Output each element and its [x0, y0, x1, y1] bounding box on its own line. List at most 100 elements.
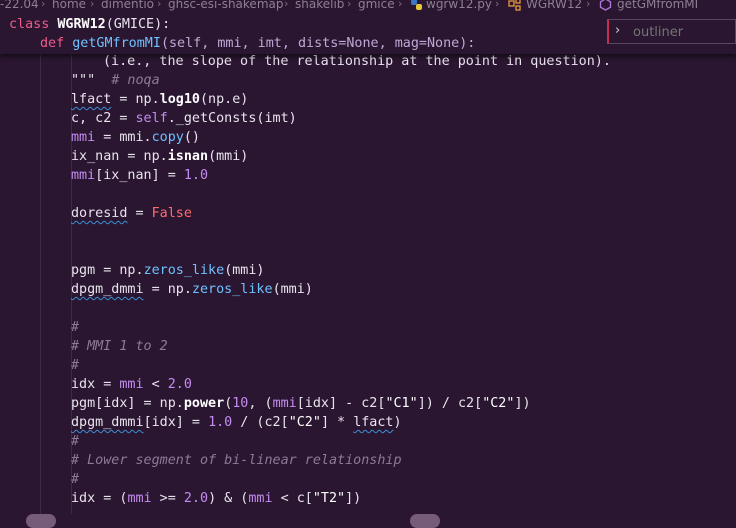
code-line[interactable]: """ # noqa: [71, 71, 160, 90]
string: "T2": [312, 491, 346, 506]
breadcrumb-item[interactable]: ghsc-esi-shakemap: [168, 0, 283, 11]
code-token: = np.: [143, 282, 192, 297]
chevron-right-icon: ›: [347, 0, 352, 10]
sticky-def-line[interactable]: def getGMfromMI(self, mmi, imt, dists=No…: [40, 34, 475, 53]
code-line[interactable]: pgm[idx] = np.power(10, (mmi[idx] - c2["…: [71, 394, 531, 413]
class-name: WGRW12: [57, 17, 106, 32]
outliner-input[interactable]: [633, 23, 733, 41]
breadcrumb-item[interactable]: gmice: [358, 0, 395, 11]
code-token: [ix_nan] =: [95, 168, 184, 183]
code-token: (mmi): [224, 263, 265, 278]
code-line[interactable]: ix_nan = np.isnan(mmi): [71, 147, 248, 166]
function-call: isnan: [167, 149, 209, 164]
code-token: ] *: [320, 415, 354, 430]
chevron-right-icon: ›: [495, 0, 500, 10]
code-token: ) & (: [208, 491, 249, 506]
breadcrumb-item[interactable]: shakelib: [295, 0, 344, 11]
code-token: < c[: [272, 491, 313, 506]
chevron-right-icon: ›: [284, 0, 289, 10]
docstring-end: """: [71, 73, 96, 88]
code-line[interactable]: #: [71, 470, 79, 489]
code-token: ]): [514, 396, 531, 411]
breadcrumb-item[interactable]: getGMfromMI: [617, 0, 698, 11]
chevron-right-icon[interactable]: ›: [615, 23, 620, 38]
self-keyword: self: [135, 111, 168, 126]
variable: mmi: [248, 491, 273, 506]
code-token: (mmi): [272, 282, 313, 297]
code-line[interactable]: lfact = np.log10(np.e): [71, 90, 248, 109]
code-token: ]): [345, 491, 362, 506]
breadcrumb: -22.04 › home › dimentio › ghsc-esi-shak…: [0, 0, 736, 14]
docstring: (i.e., the slope of the relationship at …: [103, 54, 611, 69]
breadcrumb-item[interactable]: WGRW12: [526, 0, 582, 11]
code-line[interactable]: #: [71, 432, 79, 451]
code-token: = mmi.: [95, 130, 152, 145]
code-token: / (c2[: [232, 415, 289, 430]
number: 2.0: [183, 491, 209, 506]
variable: lfact: [71, 92, 112, 107]
code-token: idx =: [71, 377, 120, 392]
code-line[interactable]: mmi = mmi.copy(): [71, 128, 200, 147]
string: "C2": [482, 396, 515, 411]
code-token: ._getConsts(imt): [167, 111, 297, 126]
keyword: class: [9, 17, 50, 32]
code-token: = np.: [111, 92, 160, 107]
number: 2.0: [167, 377, 192, 392]
variable: mmi: [127, 491, 152, 506]
string: "C2": [288, 415, 321, 430]
chevron-right-icon: ›: [157, 0, 162, 10]
code-line[interactable]: mmi[ix_nan] = 1.0: [71, 166, 208, 185]
breadcrumb-item[interactable]: -22.04: [0, 0, 39, 11]
code-line[interactable]: # Lower segment of bi-linear relationshi…: [71, 451, 402, 470]
code-line[interactable]: dpgm_dmmi[idx] = 1.0 / (c2["C2"] * lfact…: [71, 413, 402, 432]
python-icon: [410, 0, 423, 14]
keyword: def: [40, 36, 65, 51]
string: "C1": [385, 396, 418, 411]
code-token: ): [393, 415, 402, 430]
variable: mmi: [119, 377, 144, 392]
class-icon: [508, 0, 522, 14]
constant: False: [151, 206, 192, 221]
comment: #: [71, 472, 80, 487]
code-line[interactable]: # MMI 1 to 2: [71, 337, 168, 356]
code-line[interactable]: #: [71, 318, 79, 337]
code-token: <: [143, 377, 168, 392]
variable: doresid: [71, 206, 128, 221]
variable: mmi: [272, 396, 297, 411]
breadcrumb-item[interactable]: wgrw12.py: [426, 0, 492, 11]
method-icon: [599, 0, 612, 14]
code-token: (mmi): [208, 149, 249, 164]
code-token: =: [127, 206, 152, 221]
number: 10: [232, 396, 249, 411]
scroll-hint: [26, 514, 56, 528]
chevron-right-icon: ›: [41, 0, 46, 10]
code-line[interactable]: dpgm_dmmi = np.zeros_like(mmi): [71, 280, 313, 299]
outliner-widget[interactable]: ›: [607, 19, 736, 44]
breadcrumb-item[interactable]: home: [52, 0, 86, 11]
code-token: pgm = np.: [71, 263, 144, 278]
code-line[interactable]: pgm = np.zeros_like(mmi): [71, 261, 265, 280]
chevron-right-icon: ›: [90, 0, 95, 10]
code-token: idx = (: [71, 491, 128, 506]
code-line[interactable]: c, c2 = self._getConsts(imt): [71, 109, 297, 128]
function-call: log10: [159, 92, 200, 107]
sticky-class-line[interactable]: class WGRW12(GMICE):: [9, 15, 170, 34]
variable: lfact: [353, 415, 394, 430]
chevron-right-icon: ›: [398, 0, 403, 10]
variable: dpgm_dmmi: [71, 415, 144, 430]
variable: mmi: [71, 130, 96, 145]
code-token: (): [183, 130, 200, 145]
function-call: copy: [151, 130, 184, 145]
number: 1.0: [183, 168, 209, 183]
code-line[interactable]: idx = (mmi >= 2.0) & (mmi < c["T2"]): [71, 489, 361, 508]
variable: dpgm_dmmi: [71, 282, 144, 297]
code-line[interactable]: (i.e., the slope of the relationship at …: [103, 52, 611, 71]
comment: #: [71, 434, 80, 449]
comment: #: [71, 320, 80, 335]
variable: mmi: [71, 168, 96, 183]
code-line[interactable]: idx = mmi < 2.0: [71, 375, 192, 394]
function-call: zeros_like: [191, 282, 273, 297]
breadcrumb-item[interactable]: dimentio: [101, 0, 154, 11]
code-line[interactable]: #: [71, 356, 79, 375]
code-line[interactable]: doresid = False: [71, 204, 192, 223]
